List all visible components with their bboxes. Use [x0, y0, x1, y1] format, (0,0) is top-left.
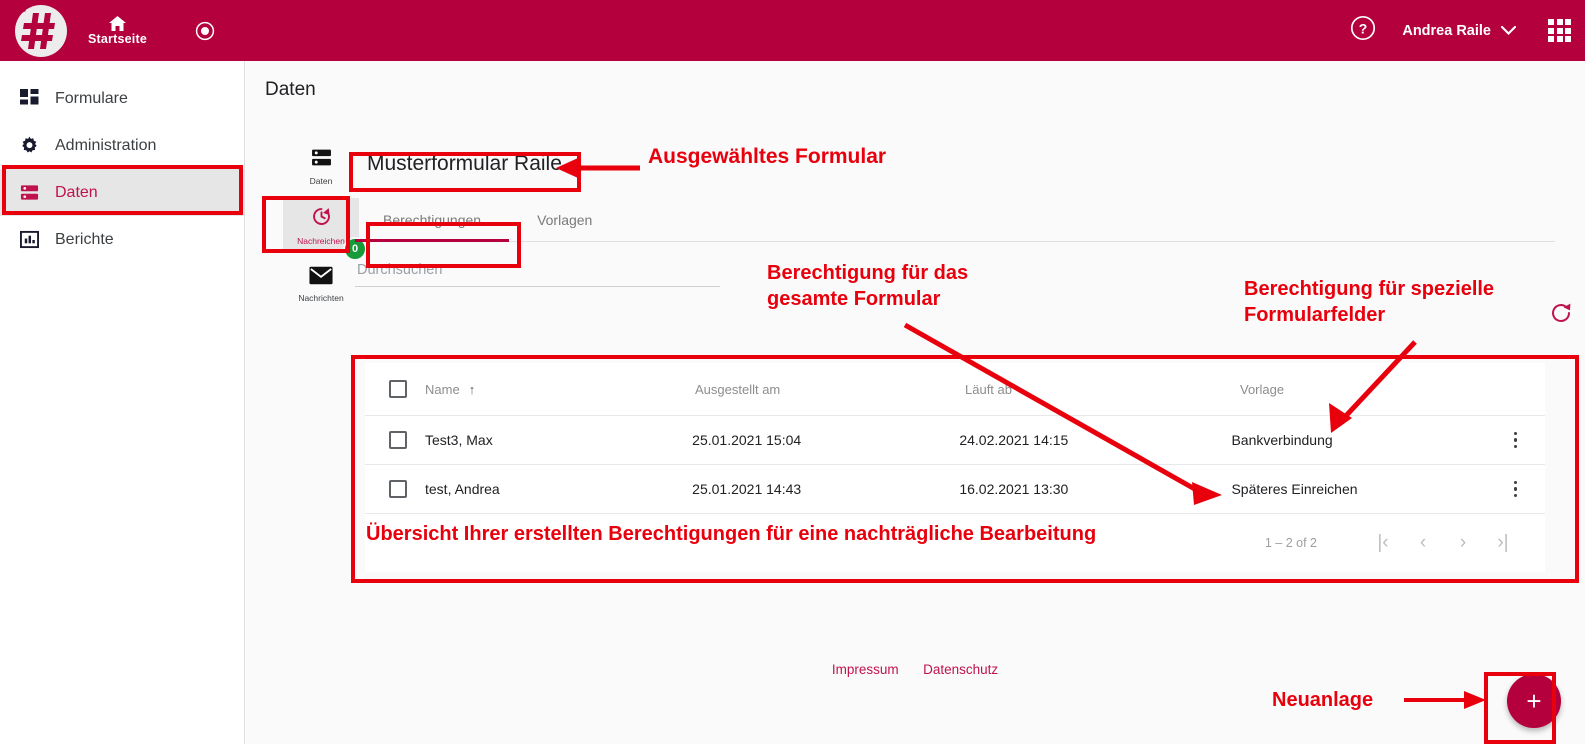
rail-item-label: Daten — [309, 176, 333, 186]
column-header-label: Name — [425, 381, 460, 397]
select-all-checkbox[interactable] — [389, 380, 407, 398]
cell-template: Bankverbindung — [1231, 432, 1333, 448]
chevron-down-icon — [1501, 26, 1516, 35]
help-circle-icon[interactable]: ? — [1350, 15, 1376, 46]
column-header-vorlage[interactable]: Vorlage — [1240, 382, 1525, 397]
form-panel: Musterformular Raile Berechtigungen Vorl… — [355, 146, 1585, 287]
cell-issued: 25.01.2021 14:43 — [692, 481, 802, 497]
column-header-ausgestellt-am[interactable]: Ausgestellt am — [695, 382, 965, 397]
search-field-wrapper — [355, 256, 720, 287]
paginator: 1 – 2 of 2 |‹ ‹ › ›| — [365, 514, 1545, 572]
page-title: Daten — [265, 79, 316, 100]
last-page-icon[interactable]: ›| — [1483, 523, 1523, 563]
selected-form-title: Musterformular Raile — [367, 152, 562, 175]
rail-item-daten[interactable]: Daten — [283, 139, 359, 194]
user-menu-button[interactable]: Andrea Raile — [1402, 23, 1516, 39]
topnav-item-label: Startseite — [88, 31, 147, 46]
sidebar-item-label: Administration — [55, 136, 157, 154]
sidebar-item-administration[interactable]: Administration — [0, 122, 244, 169]
envelope-icon — [309, 266, 333, 290]
sidebar: Formulare Administration Daten Berichte — [0, 61, 245, 744]
permissions-table: Name ↑ Ausgestellt am Läuft ab Vorlage T… — [365, 362, 1545, 572]
cell-issued: 25.01.2021 15:04 — [692, 432, 802, 448]
arrow-up-icon: ↑ — [468, 381, 476, 397]
tab-label: Vorlagen — [537, 212, 593, 228]
database-icon — [16, 183, 42, 202]
kebab-menu-icon[interactable] — [1513, 431, 1517, 449]
first-page-icon[interactable]: |‹ — [1363, 523, 1403, 563]
history-restore-icon — [310, 205, 333, 233]
kebab-menu-icon[interactable] — [1513, 480, 1517, 498]
apps-grid-icon[interactable] — [1548, 19, 1571, 42]
sidebar-item-label: Formulare — [55, 89, 128, 107]
topbar-right-group: ? Andrea Raile — [1350, 15, 1585, 46]
next-page-icon[interactable]: › — [1443, 523, 1483, 563]
row-checkbox[interactable] — [389, 431, 407, 449]
topnav-item-startseite[interactable]: Startseite — [88, 15, 147, 46]
footer-links: Impressum Datenschutz — [245, 661, 1585, 679]
hash-circle-logo[interactable] — [10, 3, 72, 58]
rail-item-nachreichen[interactable]: Nachreichen 0 — [283, 198, 367, 261]
search-input[interactable] — [355, 256, 720, 287]
sidebar-item-berichte[interactable]: Berichte — [0, 216, 244, 263]
context-rail: Daten Nachreichen 0 Nachrichten — [283, 139, 367, 316]
table-row[interactable]: test, Andrea 25.01.2021 14:43 16.02.2021… — [365, 465, 1545, 514]
plus-icon: + — [1526, 685, 1542, 716]
gear-icon — [16, 136, 42, 155]
tab-label: Berechtigungen — [383, 212, 482, 228]
tab-vorlagen[interactable]: Vorlagen — [509, 198, 620, 241]
user-name-label: Andrea Raile — [1402, 22, 1491, 39]
footer-link-datenschutz[interactable]: Datenschutz — [923, 662, 998, 677]
bar-chart-icon — [16, 230, 42, 249]
sidebar-item-label: Berichte — [55, 230, 114, 248]
record-circle-icon[interactable] — [195, 21, 215, 41]
column-header-name[interactable]: Name ↑ — [425, 382, 695, 397]
sidebar-item-formulare[interactable]: Formulare — [0, 75, 244, 122]
cell-name: test, Andrea — [425, 481, 500, 497]
cell-expires: 16.02.2021 13:30 — [959, 481, 1069, 497]
new-entry-fab-button[interactable]: + — [1507, 674, 1561, 728]
sidebar-item-daten[interactable]: Daten — [0, 169, 244, 216]
rail-item-label: Nachreichen — [297, 236, 345, 246]
rail-item-nachrichten[interactable]: Nachrichten — [283, 257, 359, 312]
refresh-icon[interactable] — [1549, 301, 1573, 330]
rail-item-label: Nachrichten — [298, 293, 344, 303]
tab-bar: Berechtigungen Vorlagen — [355, 198, 1555, 242]
sidebar-item-label: Daten — [55, 183, 98, 201]
cell-name: Test3, Max — [425, 432, 493, 448]
column-header-laeuft-ab[interactable]: Läuft ab — [965, 382, 1240, 397]
cell-template: Späteres Einreichen — [1231, 481, 1358, 497]
cell-expires: 24.02.2021 14:15 — [959, 432, 1069, 448]
row-checkbox[interactable] — [389, 480, 407, 498]
page-range-label: 1 – 2 of 2 — [1264, 536, 1317, 550]
database-icon — [311, 147, 332, 173]
tab-berechtigungen[interactable]: Berechtigungen — [355, 198, 510, 242]
previous-page-icon[interactable]: ‹ — [1403, 523, 1443, 563]
home-icon — [108, 15, 126, 31]
svg-text:?: ? — [1359, 21, 1368, 37]
table-header-row: Name ↑ Ausgestellt am Läuft ab Vorlage — [365, 363, 1545, 416]
dashboard-icon — [16, 89, 42, 108]
footer-link-impressum[interactable]: Impressum — [832, 662, 899, 677]
top-app-bar: Startseite ? Andrea Raile — [0, 0, 1585, 61]
table-row[interactable]: Test3, Max 25.01.2021 15:04 24.02.2021 1… — [365, 416, 1545, 465]
